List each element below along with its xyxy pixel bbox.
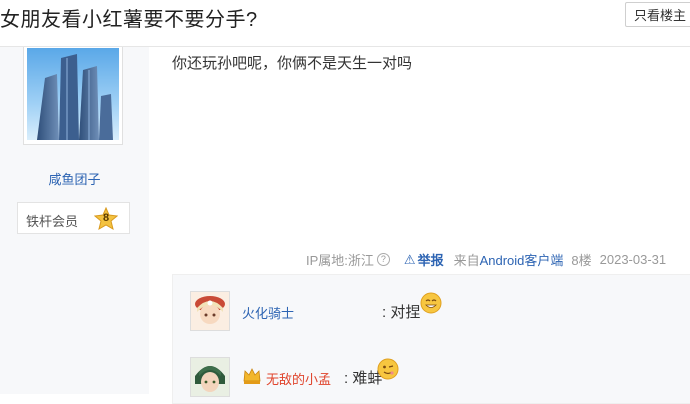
source-client-link[interactable]: Android客户端 (480, 250, 564, 269)
author-name[interactable]: 咸鱼团子 (0, 169, 149, 188)
reply-avatar[interactable] (190, 357, 230, 397)
member-level-box: 铁杆会员 8 (17, 202, 130, 234)
wink-emoji-icon (377, 358, 399, 380)
skyscraper-avatar-image (27, 48, 119, 140)
reply-list: 火化骑士 : 对捏 20 (172, 274, 690, 404)
reply-text: : 对捏 (382, 304, 421, 321)
reply-username[interactable]: 无敌的小孟 (266, 369, 331, 388)
list-item: 无敌的小孟 : 难蚌 (190, 357, 690, 401)
level-number: 8 (102, 212, 110, 224)
post-content: 你还玩孙吧呢，你俩不是天生一对吗 (172, 55, 413, 72)
source-prefix: 来自 (453, 253, 480, 268)
post-meta: IP属地:浙江? ⚠ 举报 来自Android客户端 8楼 2023-03-31 (306, 250, 666, 269)
author-sidebar: 咸鱼团子 铁杆会员 8 (0, 47, 149, 394)
warning-icon[interactable]: ⚠ (404, 252, 416, 268)
author-avatar[interactable] (23, 47, 123, 145)
list-item: 火化骑士 : 对捏 20 (190, 291, 690, 335)
floor-number: 8楼 (571, 253, 592, 268)
reply-username[interactable]: 火化骑士 (242, 303, 294, 322)
only-op-button[interactable]: 只看楼主 (625, 2, 690, 27)
thread-header: 女朋友看小红薯要不要分手? 只看楼主 (0, 0, 690, 47)
grin-emoji-icon (420, 292, 442, 314)
report-link[interactable]: 举报 (418, 250, 444, 269)
reply-avatar[interactable] (190, 291, 230, 331)
post-date: 2023-03-31 (599, 252, 667, 267)
vip-crown-icon (242, 366, 262, 386)
thread-title: 女朋友看小红薯要不要分手? (0, 9, 258, 31)
level-title: 铁杆会员 (26, 214, 79, 229)
help-icon[interactable]: ? (376, 253, 390, 266)
level-star-badge-icon: 8 (93, 206, 119, 231)
ip-location: IP属地:浙江 (306, 253, 374, 268)
